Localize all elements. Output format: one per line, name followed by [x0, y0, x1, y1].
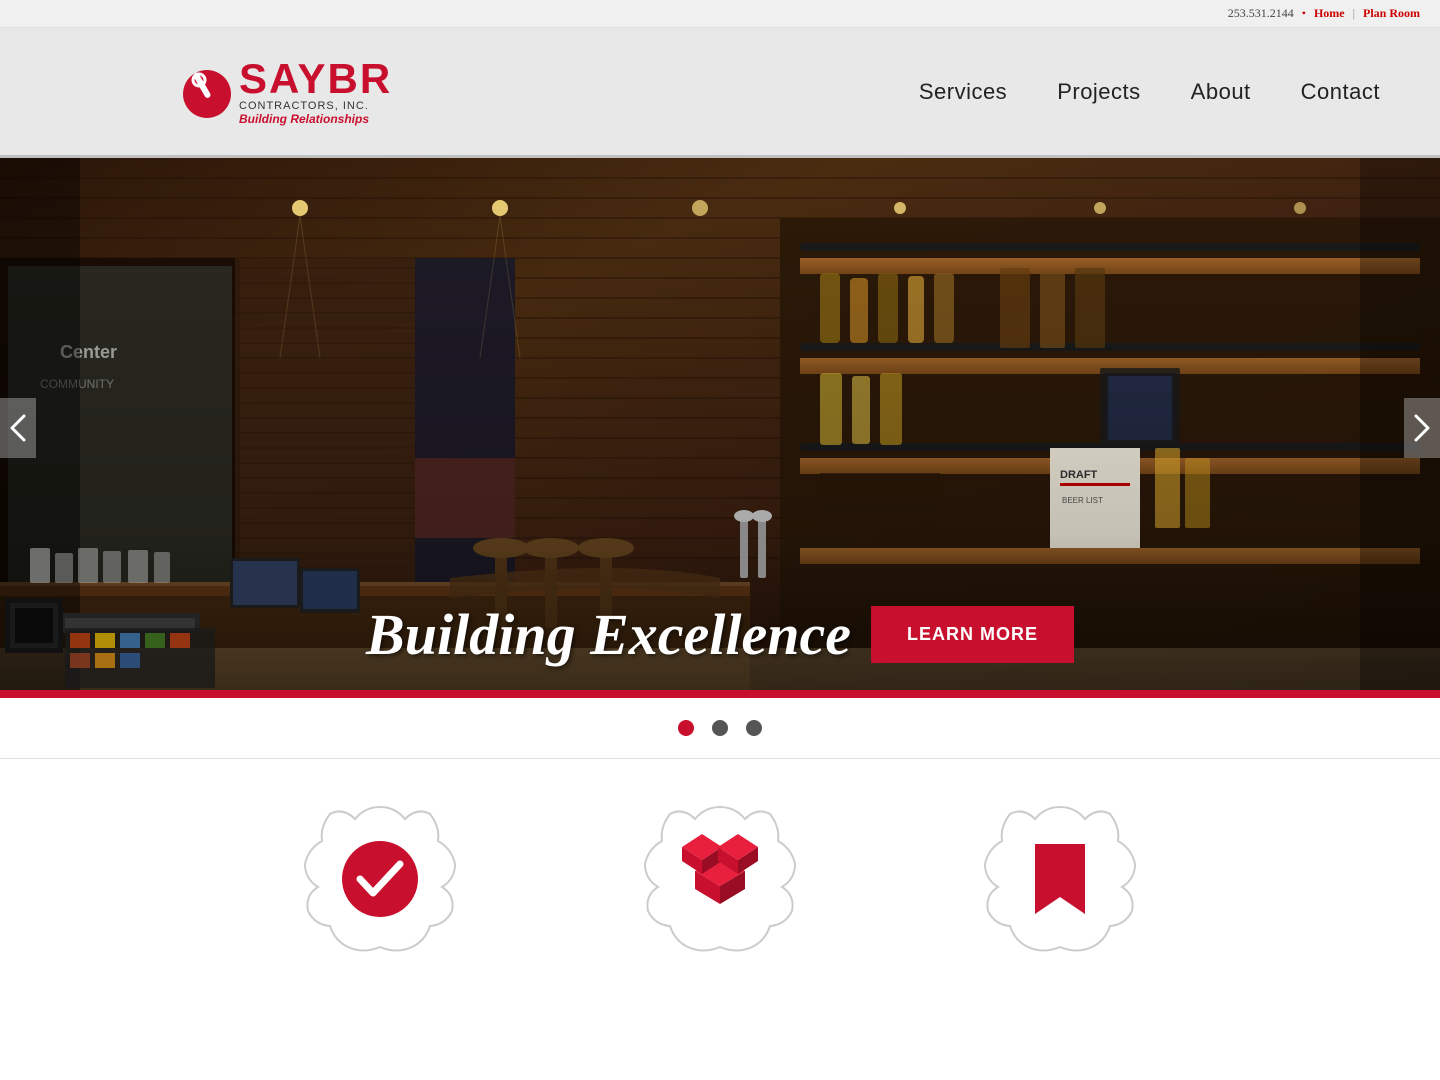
separator-dot: •: [1302, 6, 1306, 21]
icon-border-checkmark: [300, 799, 460, 959]
slider-dot-2[interactable]: [712, 720, 728, 736]
icon-frame-checkmark: [300, 799, 460, 959]
slider-dot-1[interactable]: [678, 720, 694, 736]
home-link[interactable]: Home: [1314, 6, 1345, 21]
nav-about[interactable]: About: [1191, 79, 1251, 105]
logo-container: SAYBR CONTRACTORS, INC. Building Relatio…: [180, 52, 392, 132]
site-header: SAYBR CONTRACTORS, INC. Building Relatio…: [0, 28, 1440, 158]
slider-dot-3[interactable]: [746, 720, 762, 736]
icon-item-blocks: [640, 799, 800, 959]
nav-projects[interactable]: Projects: [1057, 79, 1140, 105]
main-nav: Services Projects About Contact: [919, 79, 1380, 105]
hero-section: Center COMMUNITY: [0, 158, 1440, 698]
icon-frame-blocks: [640, 799, 800, 959]
icon-item-bookmark: [980, 799, 1140, 959]
hero-title: Building Excellence: [366, 601, 851, 668]
pipe-separator: |: [1353, 6, 1355, 21]
icon-item-checkmark: [300, 799, 460, 959]
hero-bottom-bar: [0, 690, 1440, 698]
icon-border-blocks: [640, 799, 800, 959]
nav-services[interactable]: Services: [919, 79, 1007, 105]
icon-frame-bookmark: [980, 799, 1140, 959]
logo-tagline: Building Relationships: [239, 112, 392, 126]
icon-border-bookmark: [980, 799, 1140, 959]
logo-company-name: SAYBR: [239, 58, 392, 100]
planroom-link[interactable]: Plan Room: [1363, 6, 1420, 21]
hero-content: Building Excellence LEARN MORE: [366, 601, 1074, 668]
slider-next-arrow[interactable]: [1404, 398, 1440, 458]
logo-icon: [180, 52, 235, 132]
top-bar: 253.531.2144 • Home | Plan Room: [0, 0, 1440, 28]
nav-contact[interactable]: Contact: [1301, 79, 1380, 105]
logo-text: SAYBR CONTRACTORS, INC. Building Relatio…: [239, 58, 392, 126]
phone-number: 253.531.2144: [1228, 6, 1294, 21]
logo-subtitle: CONTRACTORS, INC.: [239, 100, 392, 112]
learn-more-button[interactable]: LEARN MORE: [871, 606, 1074, 663]
slider-prev-arrow[interactable]: [0, 398, 36, 458]
slider-dots: [0, 698, 1440, 758]
icons-section: [0, 758, 1440, 989]
